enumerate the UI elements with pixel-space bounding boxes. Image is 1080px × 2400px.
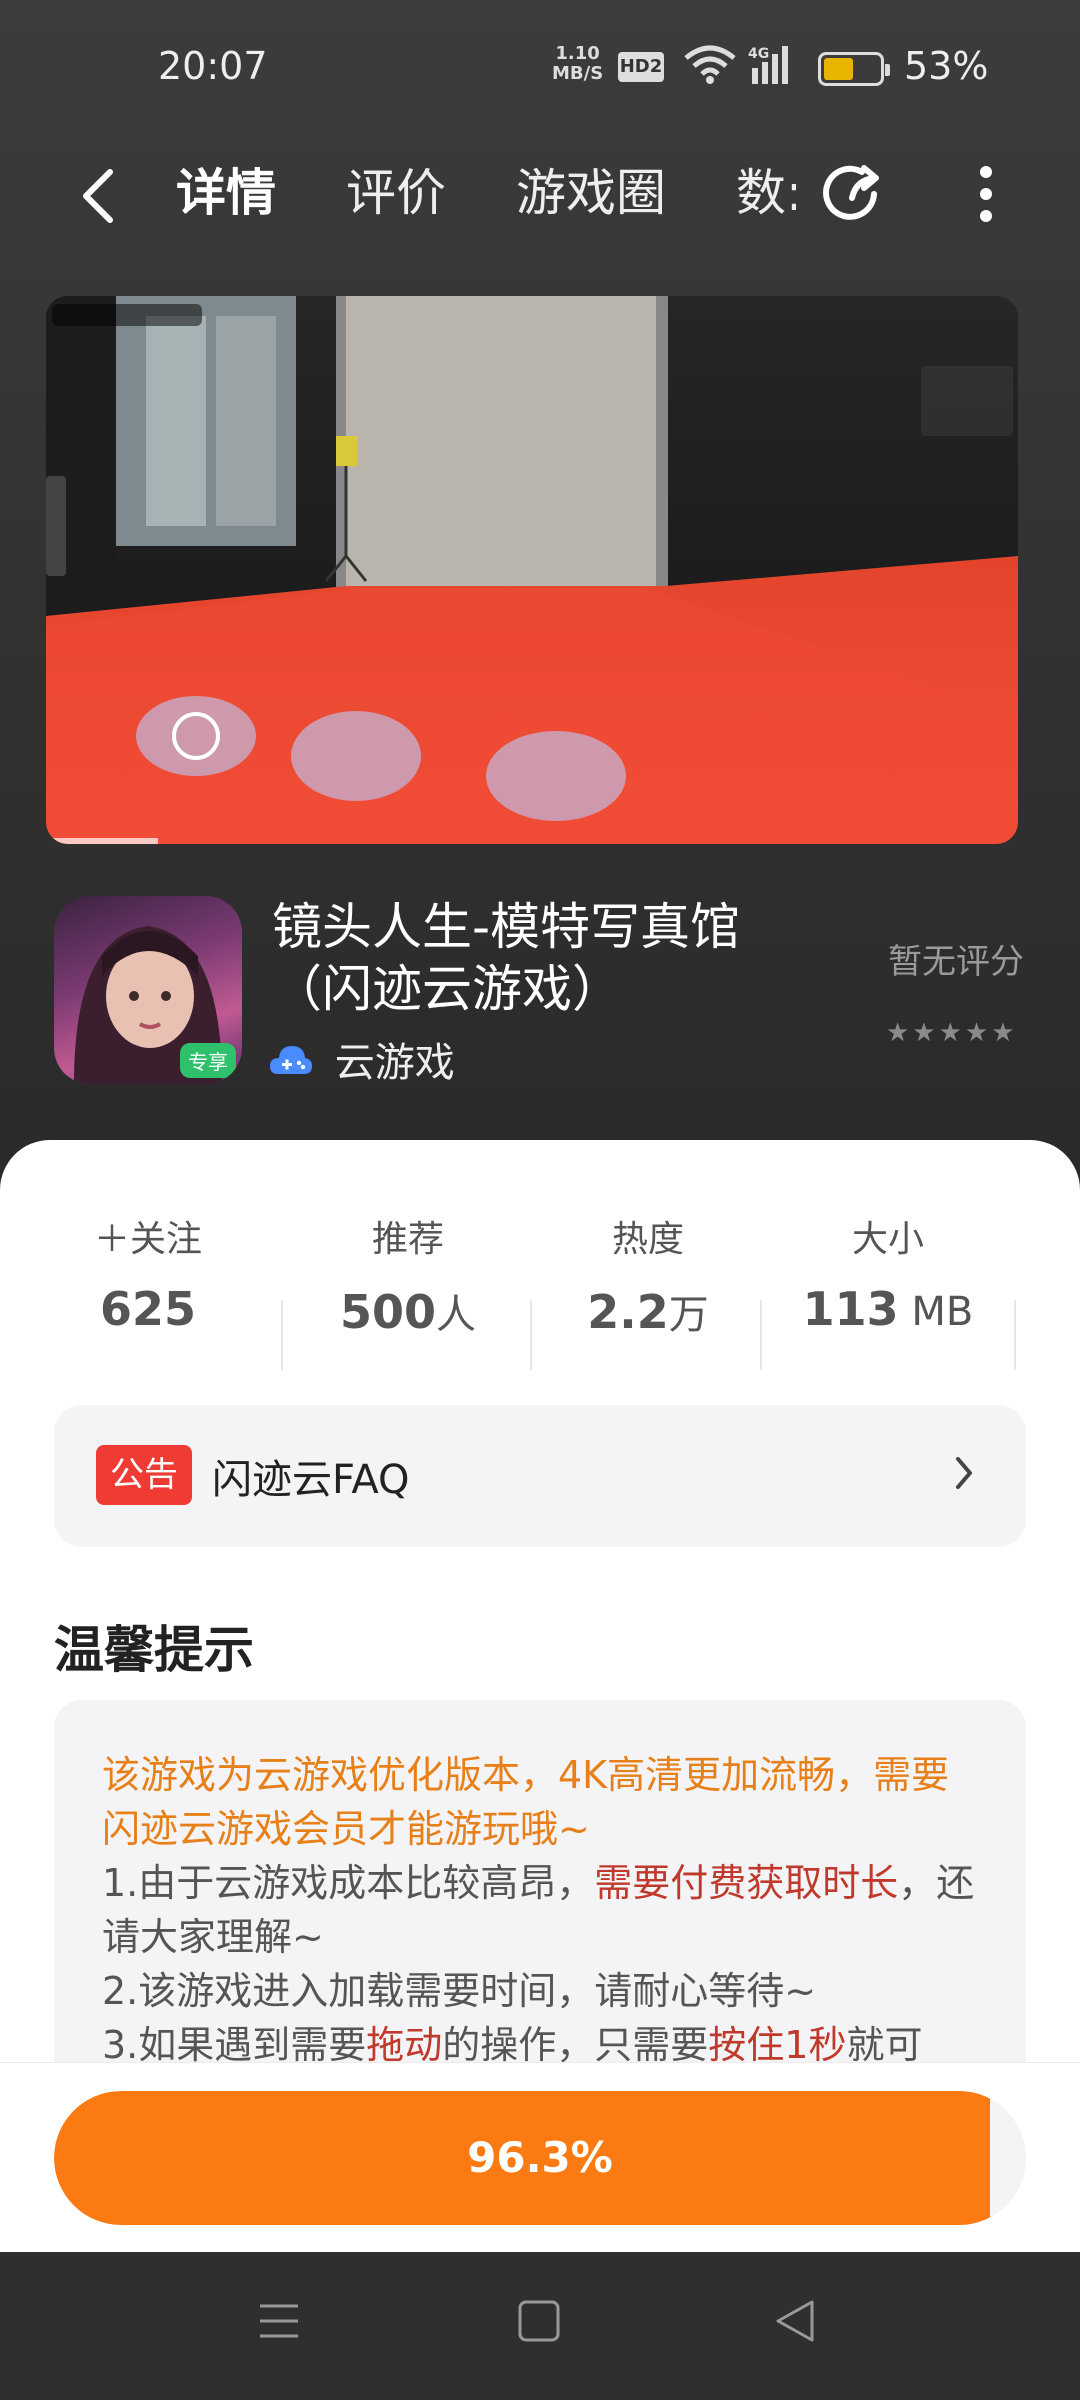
tips-text: 的操作，只需要 — [442, 2023, 709, 2067]
stats-row: ＋关注 625 推荐 500人 热度 2.2万 大小 113 MB — [0, 1210, 1080, 1370]
stat-unit: 人 — [436, 1292, 477, 1338]
tips-line-3: 2.该游戏进入加载需要时间，请耐心等待~ — [102, 1969, 817, 2013]
stat-label: ＋关注 — [93, 1219, 202, 1260]
tab-data[interactable]: 数: — [736, 158, 796, 228]
battery-percent: 53% — [904, 44, 989, 88]
tab-label: 数: — [736, 164, 796, 222]
wifi-icon — [684, 44, 736, 88]
stat-unit: 万 — [668, 1292, 709, 1338]
exclusive-badge: 专享 — [180, 1043, 236, 1078]
stat-number: 2.2 — [587, 1285, 669, 1339]
announcement-bar[interactable]: 公告 闪迹云FAQ — [54, 1405, 1026, 1547]
stat-value: 2.2万 — [548, 1282, 748, 1340]
announcement-text: 闪迹云FAQ — [212, 1457, 410, 1503]
back-triangle-icon — [776, 2300, 814, 2342]
hd-icon: HD2 — [618, 52, 664, 82]
stat-follow[interactable]: ＋关注 625 — [48, 1210, 248, 1336]
menu-icon — [260, 2304, 298, 2338]
tips-title: 温馨提示 — [54, 1621, 254, 1679]
back-button[interactable] — [70, 160, 130, 230]
stat-divider — [760, 1300, 762, 1370]
stat-size: 大小 113 MB — [788, 1210, 988, 1336]
tips-line-1: 该游戏为云游戏优化版本，4K高清更加流畅，需要闪迹云游戏会员才能游玩哦~ — [102, 1753, 950, 1851]
tips-highlight: 拖动 — [366, 2023, 443, 2067]
bottom-action-bar: 96.3% — [0, 2062, 1080, 2253]
stat-label: 热度 — [611, 1219, 684, 1260]
tips-line-2: 1.由于云游戏成本比较高昂，需要付费获取时长，还请大家理解~ — [102, 1856, 982, 1964]
tips-highlight: 需要付费获取时长 — [594, 1861, 899, 1905]
download-progress-button[interactable]: 96.3% — [54, 2091, 1026, 2225]
game-icon: 专享 — [54, 896, 242, 1084]
stat-label: 推荐 — [371, 1219, 444, 1260]
net-speed: 1.10 MB/S — [552, 44, 603, 84]
game-screenshot — [46, 296, 1018, 844]
tips-text: 1.由于云游戏成本比较高昂， — [102, 1861, 595, 1905]
battery-fill — [824, 58, 853, 80]
menu-button[interactable] — [256, 2298, 302, 2348]
stat-value: 625 — [48, 1282, 248, 1336]
chevron-left-icon — [83, 169, 113, 223]
more-dot — [980, 210, 992, 222]
stat-number: 113 — [802, 1282, 899, 1336]
stat-heat: 热度 2.2万 — [548, 1210, 748, 1340]
download-progress-text: 96.3% — [467, 2133, 613, 2182]
stat-divider — [530, 1300, 532, 1370]
tab-details[interactable]: 详情 — [176, 158, 276, 228]
rating-stars: ★★★★★ — [886, 1018, 1018, 1048]
net-speed-unit: MB/S — [552, 63, 604, 84]
game-title: 镜头人生-模特写真馆（闪迹云游戏） — [272, 898, 741, 1018]
tab-label: 评价 — [346, 164, 446, 222]
signal-icon: 4G — [748, 44, 798, 90]
share-button[interactable] — [812, 154, 892, 234]
stat-divider — [1014, 1300, 1016, 1370]
stat-divider — [281, 1300, 283, 1370]
more-options-button[interactable] — [966, 156, 1006, 236]
announcement-tag: 公告 — [96, 1445, 192, 1505]
tab-bar: 详情 评价 游戏圈 数: — [176, 158, 796, 248]
status-bar: 20:07 1.10 MB/S HD2 4G 53% — [0, 0, 1080, 140]
tab-reviews[interactable]: 评价 — [346, 158, 446, 228]
cloud-gamepad-icon — [270, 1042, 312, 1088]
chevron-right-icon — [952, 1453, 976, 1497]
stat-recommend: 推荐 500人 — [308, 1210, 508, 1340]
stat-value: 500人 — [308, 1282, 508, 1340]
top-nav: 详情 评价 游戏圈 数: — [0, 140, 1080, 270]
cloud-game-label: 云游戏 — [334, 1040, 455, 1086]
stat-unit: MB — [898, 1289, 974, 1335]
tab-label: 详情 — [176, 164, 276, 222]
status-time: 20:07 — [158, 44, 268, 88]
tips-body: 该游戏为云游戏优化版本，4K高清更加流畅，需要闪迹云游戏会员才能游玩哦~ 1.由… — [102, 1748, 982, 2072]
stat-value: 113 MB — [788, 1282, 988, 1336]
tips-highlight: 按住1秒 — [708, 2023, 847, 2067]
system-nav-bar — [0, 2252, 1080, 2400]
rating-text: 暂无评分 — [888, 942, 1024, 982]
more-dot — [980, 188, 992, 200]
stat-number: 625 — [99, 1282, 197, 1336]
signal-label: 4G — [748, 46, 769, 62]
share-icon — [823, 165, 879, 220]
home-square-icon — [518, 2300, 560, 2342]
back-nav-button[interactable] — [772, 2298, 818, 2348]
battery-nub — [885, 64, 890, 76]
net-speed-value: 1.10 — [555, 43, 600, 64]
home-button[interactable] — [516, 2298, 562, 2348]
tips-text: 3.如果遇到需要 — [102, 2023, 367, 2067]
more-dot — [980, 166, 992, 178]
stat-label: 大小 — [851, 1219, 924, 1260]
tips-text: 就可 — [846, 2023, 923, 2067]
carousel-progress — [46, 838, 158, 844]
tab-game-circle[interactable]: 游戏圈 — [516, 158, 666, 228]
tab-label: 游戏圈 — [516, 164, 666, 222]
cloud-game-tag: 云游戏 — [270, 1030, 455, 1088]
game-screenshot-carousel[interactable] — [46, 296, 1018, 844]
stat-number: 500 — [339, 1285, 437, 1339]
battery-icon — [818, 52, 890, 86]
